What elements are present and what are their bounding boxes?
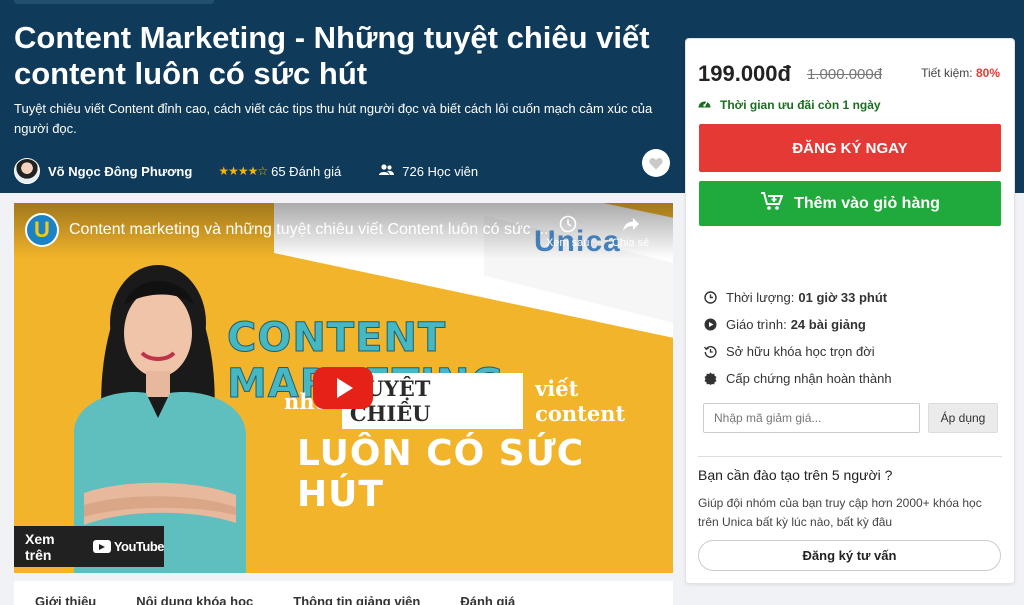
feature-lessons: Giáo trình: 24 bài giảng [704,311,892,338]
clock-icon [546,215,589,237]
feature-certificate-text: Cấp chứng nhận hoàn thành [726,371,892,386]
play-button-icon[interactable] [313,367,373,409]
author-avatar[interactable] [14,158,40,184]
course-meta: Võ Ngọc Đông Phương ★★★★☆ 65 Đánh giá 72… [14,157,478,185]
thumbnail-subline-post: viết content [535,376,626,426]
feature-certificate: Cấp chứng nhận hoàn thành [704,365,892,392]
student-count: 726 Học viên [402,163,479,179]
watch-on-label: Xem trên [25,530,55,563]
register-now-button[interactable]: ĐĂNG KÝ NGAY [699,124,1001,172]
discount-info: Tiết kiệm: 80% [921,66,1000,80]
history-icon [704,345,726,358]
share-icon [612,215,649,237]
coupon-input[interactable] [703,403,920,433]
original-price: 1.000.000đ [807,66,883,83]
tab-instructor[interactable]: Thông tin giảng viên [293,594,420,605]
divider [698,456,1002,457]
offer-timer-text: Thời gian ưu đãi còn 1 ngày [720,98,881,112]
course-title: Content Marketing - Những tuyệt chiêu vi… [14,20,650,91]
apply-coupon-button[interactable]: Áp dụng [928,403,998,433]
team-training-title: Bạn cần đào tạo trên 5 người ? [698,467,893,483]
course-features: Thời lượng: 01 giờ 33 phút Giáo trình: 2… [704,284,892,392]
watch-later-button[interactable]: Xem sau [546,215,589,249]
rating-count[interactable]: 65 Đánh giá [271,164,341,179]
breadcrumb [14,0,214,4]
clock-icon [704,291,726,304]
course-subtitle: Tuyệt chiêu viết Content đỉnh cao, cách … [14,101,653,136]
feature-duration: Thời lượng: 01 giờ 33 phút [704,284,892,311]
discount-label: Tiết kiệm: [921,66,973,80]
course-preview-video[interactable]: U Content marketing và những tuyệt chiêu… [14,203,673,573]
purchase-card: 199.000đ 1.000.000đ Tiết kiệm: 80% Thời … [685,38,1015,584]
feature-lessons-value: 24 bài giảng [790,317,866,332]
wishlist-heart-icon[interactable] [642,149,670,177]
certificate-icon [704,372,726,385]
discount-percent: 80% [975,66,1000,80]
cart-plus-icon [760,191,784,216]
author-name[interactable]: Võ Ngọc Đông Phương [48,164,192,179]
team-training-text: Giúp đội nhóm của bạn truy cập hơn 2000+… [698,496,982,529]
current-price: 199.000đ [698,61,791,86]
channel-logo[interactable]: U [25,213,59,247]
video-title[interactable]: Content marketing và những tuyệt chiêu v… [69,221,549,239]
add-to-cart-button[interactable]: Thêm vào giỏ hàng [699,181,1001,226]
watch-on-youtube-button[interactable]: Xem trên YouTube [14,526,165,567]
youtube-wordmark: YouTube [113,539,165,554]
youtube-logo: YouTube [92,539,165,554]
share-button[interactable]: Chia sẻ [612,215,649,249]
presenter-image [74,265,246,573]
thumbnail-tagline: LUÔN CÓ SỨC HÚT [297,433,585,515]
share-label: Chia sẻ [612,237,650,249]
users-icon [379,163,395,179]
feature-duration-label: Thời lượng: [726,290,795,305]
speedometer-icon [698,98,711,112]
add-to-cart-label: Thêm vào giỏ hàng [794,194,940,212]
tab-content[interactable]: Nội dung khóa học [136,594,253,605]
watch-later-label: Xem sau [546,237,590,249]
feature-lifetime-text: Sở hữu khóa học trọn đời [726,344,875,359]
tab-reviews[interactable]: Đánh giá [460,594,515,605]
youtube-icon [92,540,111,553]
offer-timer: Thời gian ưu đãi còn 1 ngày [698,98,881,112]
consult-register-button[interactable]: Đăng ký tư vấn [698,540,1001,571]
rating-stars: ★★★★☆ [218,164,268,178]
course-tabs: Giới thiệu Nội dung khóa học Thông tin g… [14,581,673,605]
feature-duration-value: 01 giờ 33 phút [798,290,888,305]
tab-intro[interactable]: Giới thiệu [35,594,96,605]
feature-lifetime: Sở hữu khóa học trọn đời [704,338,892,365]
play-circle-icon [704,318,726,331]
feature-lessons-label: Giáo trình: [726,317,787,332]
